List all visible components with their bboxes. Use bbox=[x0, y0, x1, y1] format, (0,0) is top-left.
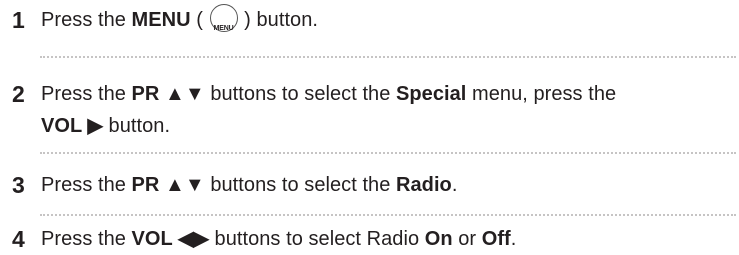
step-number: 4 bbox=[12, 226, 25, 252]
text-segment: Press the bbox=[41, 83, 132, 105]
step-text: Press the MENU ( MENU ) button. bbox=[41, 4, 731, 36]
text-segment: or bbox=[452, 228, 482, 250]
text-segment: Press the bbox=[41, 174, 132, 196]
text-segment: buttons to select Radio bbox=[208, 228, 425, 250]
dotted-divider bbox=[40, 214, 736, 216]
step-number: 1 bbox=[12, 7, 25, 33]
step-text: Press the PR ▲▼ buttons to select the Ra… bbox=[41, 169, 731, 201]
pr-buttons-label: PR ▲▼ bbox=[131, 174, 205, 196]
special-menu-label: Special bbox=[396, 83, 467, 105]
vol-button-label: VOL ▶ bbox=[41, 115, 103, 137]
menu-button-icon-label: MENU bbox=[213, 25, 234, 32]
radio-label: Radio bbox=[396, 174, 452, 196]
text-segment: ( bbox=[190, 9, 209, 31]
off-label: Off bbox=[481, 228, 511, 250]
text-segment: button. bbox=[102, 115, 171, 137]
vol-buttons-label: VOL ◀▶ bbox=[131, 228, 209, 250]
text-segment: . bbox=[451, 174, 458, 196]
text-segment: buttons to select the bbox=[204, 83, 397, 105]
text-segment: Press the bbox=[41, 228, 132, 250]
on-label: On bbox=[424, 228, 453, 250]
text-segment: buttons to select the bbox=[204, 174, 397, 196]
pr-buttons-label: PR ▲▼ bbox=[131, 83, 205, 105]
step-text: Press the PR ▲▼ buttons to select the Sp… bbox=[41, 78, 731, 142]
text-segment: ) button. bbox=[238, 9, 319, 31]
dotted-divider bbox=[40, 56, 736, 58]
step-number: 3 bbox=[12, 172, 25, 198]
step-number: 2 bbox=[12, 81, 25, 107]
text-segment: Press the bbox=[41, 9, 132, 31]
instruction-steps: 1 Press the MENU ( MENU ) button. 2 Pres… bbox=[0, 0, 739, 255]
text-segment: . bbox=[510, 228, 517, 250]
step-text: Press the VOL ◀▶ buttons to select Radio… bbox=[41, 223, 731, 255]
menu-button-icon: MENU bbox=[209, 4, 238, 32]
menu-label: MENU bbox=[131, 9, 191, 31]
dotted-divider bbox=[40, 152, 736, 154]
text-segment: menu, press the bbox=[466, 83, 617, 105]
